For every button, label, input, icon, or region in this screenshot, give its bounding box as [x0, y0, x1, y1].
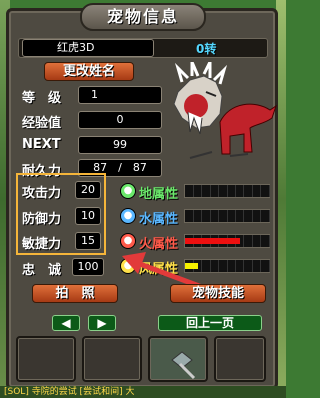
level-value: 1 [78, 86, 162, 104]
red-tiger-pet-image [173, 61, 277, 159]
attack-value: 20 [75, 181, 101, 199]
defense-label: 防御力 [22, 212, 62, 227]
rebirth-status: 0转 [196, 42, 217, 56]
pet-portrait [160, 61, 280, 172]
fire-icon: ● [120, 233, 136, 249]
inventory-slot-2[interactable] [82, 336, 142, 382]
next-page-button[interactable]: ▶ [88, 315, 116, 331]
attack-label: 攻击力 [22, 186, 62, 201]
pet-name-field: 红虎3D [22, 39, 154, 57]
attribute-bar [184, 234, 270, 248]
pet-name: 红虎3D [57, 41, 95, 54]
back-button[interactable]: 回上一页 [158, 315, 262, 331]
chat-ticker: [SOL] 寺院的尝试 [尝试和间] 大 [0, 386, 286, 398]
earth-icon: ● [120, 183, 136, 199]
loyalty-value: 100 [72, 258, 104, 276]
inventory-slot-4[interactable] [214, 336, 266, 382]
attribute-label: 水属性 [139, 212, 179, 227]
inventory-slot-1[interactable] [16, 336, 76, 382]
exp-value: 0 [78, 111, 162, 129]
attribute-label: 地属性 [139, 187, 179, 202]
water-icon: ● [120, 208, 136, 224]
defense-value: 10 [75, 207, 101, 225]
photo-button[interactable]: 拍 照 [32, 284, 118, 303]
level-label: 等 级 [22, 91, 62, 106]
attribute-bar [184, 209, 270, 223]
next-label: NEXT [22, 137, 61, 152]
prev-page-button[interactable]: ◀ [52, 315, 80, 331]
attribute-bar-fill [185, 238, 240, 244]
loyalty-label: 忠 诚 [22, 263, 62, 278]
pet-skills-button[interactable]: 宠物技能 [170, 284, 266, 303]
agility-value: 15 [75, 232, 101, 250]
exp-label: 经验值 [22, 116, 62, 131]
window-title: 宠物信息 [80, 3, 206, 31]
agility-label: 敏捷力 [22, 237, 62, 252]
attribute-bar [184, 184, 270, 198]
inventory-slot-3[interactable] [148, 336, 208, 382]
rename-button[interactable]: 更改姓名 [44, 62, 134, 81]
item-icon [171, 351, 196, 380]
next-value: 99 [78, 136, 162, 154]
